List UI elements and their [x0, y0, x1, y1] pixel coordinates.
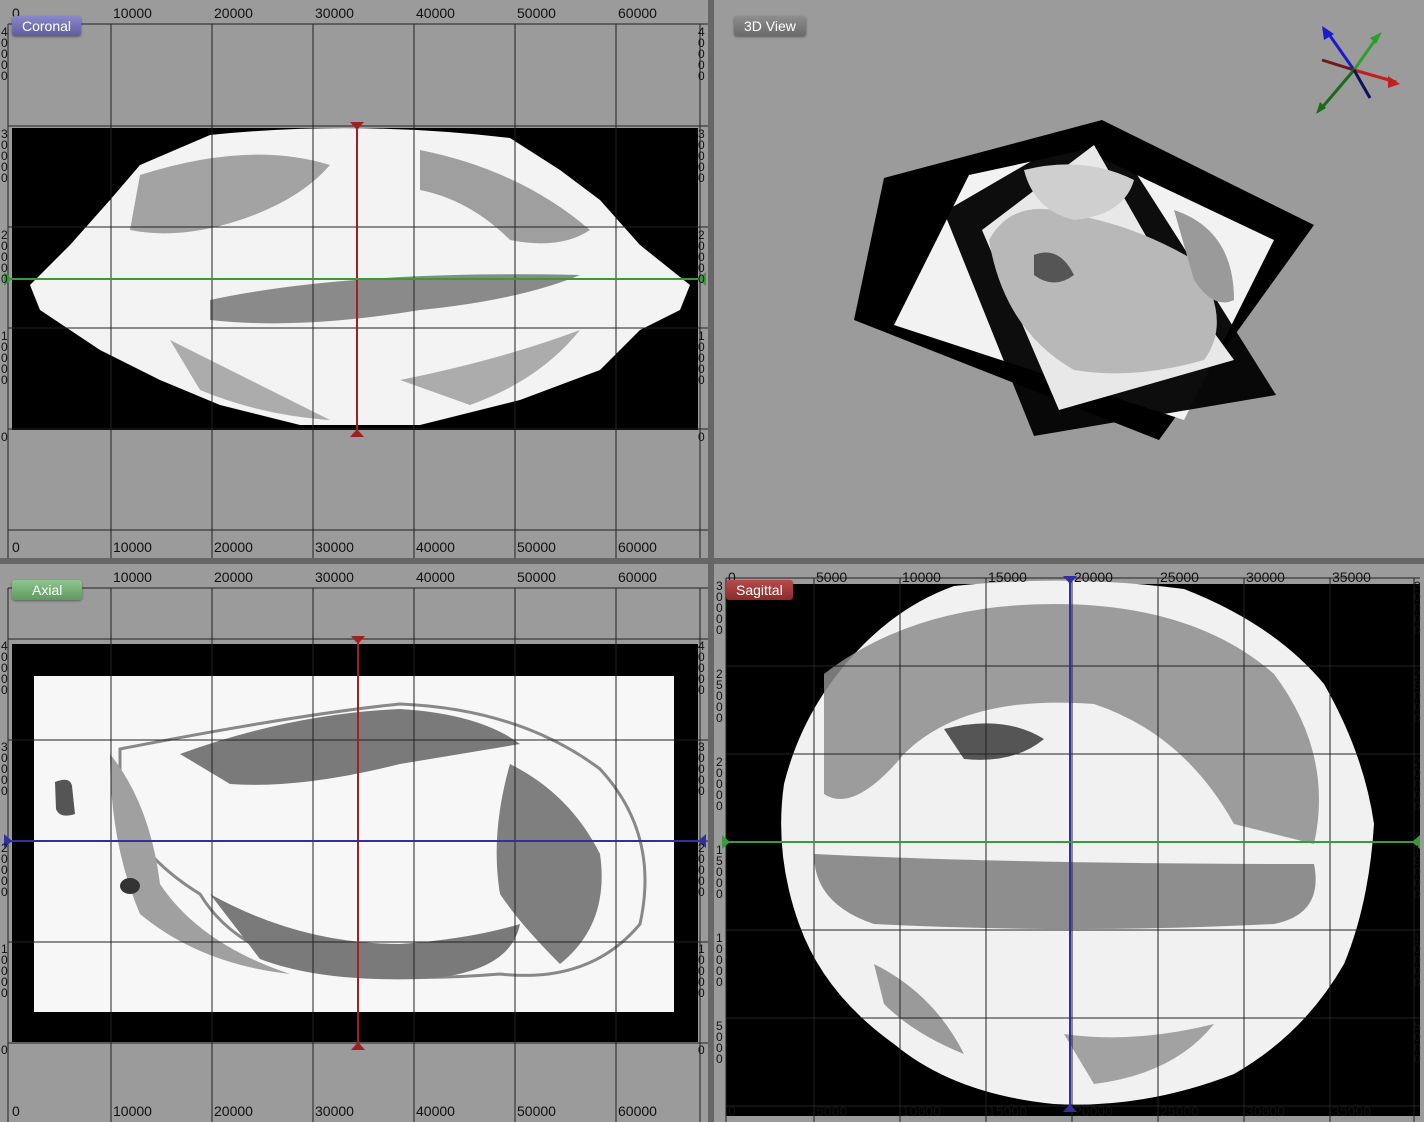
sagittal-view-label[interactable]: Sagittal [726, 580, 793, 600]
tick-label: 40000 [416, 1103, 455, 1119]
coronal-canvas[interactable]: 0 10000 20000 30000 40000 50000 60000 0 … [0, 0, 708, 558]
tick-label: 10000 [698, 942, 705, 1000]
tick-label: 40000 [1, 25, 8, 83]
tick-label: 40000 [1, 639, 8, 697]
tick-label: 0 [1, 1043, 8, 1057]
tick-label: 20000 [1, 228, 8, 286]
crosshair-handle[interactable] [351, 636, 365, 644]
tick-label: 20000 [716, 755, 723, 813]
sagittal-canvas[interactable]: 0 5000 10000 15000 20000 25000 30000 350… [714, 564, 1424, 1122]
tick-label: 25000 [716, 667, 723, 725]
tick-label: 5000 [716, 1019, 723, 1066]
tick-label: 15000 [988, 569, 1027, 585]
tick-label: 20000 [1, 841, 8, 899]
axial-tissue-dark [120, 878, 140, 894]
coronal-view-label[interactable]: Coronal [12, 16, 82, 36]
tick-label: 0 [12, 1103, 20, 1119]
tick-label: 40000 [416, 569, 455, 585]
axial-canvas[interactable]: 10000 20000 30000 40000 50000 60000 0 10… [0, 564, 708, 1122]
tick-label: 10000 [716, 931, 723, 989]
tick-label: 60000 [618, 1103, 657, 1119]
3d-canvas[interactable] [714, 0, 1424, 558]
tick-label: 35000 [1332, 1103, 1371, 1119]
tick-label: 60000 [618, 539, 657, 555]
tick-label: 20000 [214, 5, 253, 21]
coronal-view[interactable]: 0 10000 20000 30000 40000 50000 60000 0 … [0, 0, 708, 558]
coronal-x-ticks-bottom: 0 10000 20000 30000 40000 50000 60000 [12, 539, 657, 555]
tick-label: 20000 [214, 569, 253, 585]
axial-view[interactable]: 10000 20000 30000 40000 50000 60000 0 10… [0, 564, 708, 1122]
tick-label: 60000 [618, 5, 657, 21]
sagittal-view[interactable]: 0 5000 10000 15000 20000 25000 30000 350… [714, 564, 1424, 1122]
tick-label: 0 [698, 430, 705, 444]
tick-label: 0 [728, 1103, 736, 1119]
tick-label: 30000 [1, 127, 8, 185]
tick-label: 40000 [698, 639, 705, 697]
tick-label: 50000 [517, 1103, 556, 1119]
tick-label: 60000 [618, 569, 657, 585]
tick-label: 30000 [1414, 579, 1421, 637]
tick-label: 20000 [214, 539, 253, 555]
tick-label: 15000 [1414, 843, 1421, 901]
tick-label: 0 [12, 539, 20, 555]
tick-label: 50000 [517, 5, 556, 21]
tick-label: 10000 [698, 329, 705, 387]
tick-label: 10000 [902, 1103, 941, 1119]
axial-view-label[interactable]: Axial [12, 580, 83, 600]
tick-label: 50000 [517, 569, 556, 585]
tick-label: 15000 [716, 843, 723, 901]
tick-label: 10000 [113, 539, 152, 555]
tick-label: 0 [1, 430, 8, 444]
tick-label: 30000 [315, 569, 354, 585]
tick-label: 10000 [1414, 931, 1421, 989]
tick-label: 25000 [1160, 1103, 1199, 1119]
tick-label: 40000 [416, 539, 455, 555]
tick-label: 30000 [716, 579, 723, 637]
tick-label: 5000 [816, 1103, 847, 1119]
tick-label: 10000 [113, 569, 152, 585]
tick-label: 30000 [698, 740, 705, 798]
tick-label: 30000 [315, 1103, 354, 1119]
coronal-x-ticks-top: 0 10000 20000 30000 40000 50000 60000 [12, 5, 657, 21]
tick-label: 20000 [214, 1103, 253, 1119]
tick-label: 30000 [1246, 569, 1285, 585]
tick-label: 15000 [988, 1103, 1027, 1119]
tick-label: 40000 [698, 25, 705, 83]
tick-label: 30000 [1246, 1103, 1285, 1119]
tick-label: 0 [698, 1043, 705, 1057]
tick-label: 10000 [1, 942, 8, 1000]
tick-label: 20000 [1074, 569, 1113, 585]
tick-label: 10000 [113, 1103, 152, 1119]
tick-label: 30000 [315, 5, 354, 21]
tick-label: 25000 [1414, 667, 1421, 725]
tick-label: 25000 [1160, 569, 1199, 585]
tick-label: 35000 [1332, 569, 1371, 585]
3d-view[interactable]: 3D View [714, 0, 1424, 558]
sagittal-tissue-dark [814, 854, 1316, 929]
tick-label: 20000 [698, 228, 705, 286]
axial-x-ticks-bottom: 0 10000 20000 30000 40000 50000 60000 [12, 1103, 657, 1119]
tick-label: 20000 [1074, 1103, 1113, 1119]
tick-label: 10000 [902, 569, 941, 585]
tick-label: 10000 [113, 5, 152, 21]
tick-label: 30000 [1, 740, 8, 798]
tick-label: 30000 [698, 127, 705, 185]
crosshair-handle[interactable] [350, 429, 364, 437]
orientation-axes-gizmo[interactable] [1316, 26, 1400, 114]
tick-label: 40000 [416, 5, 455, 21]
tick-label: 50000 [517, 539, 556, 555]
axial-x-ticks-top: 10000 20000 30000 40000 50000 60000 [113, 569, 657, 585]
3d-view-label[interactable]: 3D View [734, 16, 806, 36]
tick-label: 30000 [315, 539, 354, 555]
tick-label: 10000 [1, 329, 8, 387]
tick-label: 20000 [1414, 755, 1421, 813]
tick-label: 5000 [1414, 1019, 1421, 1066]
tick-label: 20000 [698, 841, 705, 899]
tick-label: 5000 [816, 569, 847, 585]
